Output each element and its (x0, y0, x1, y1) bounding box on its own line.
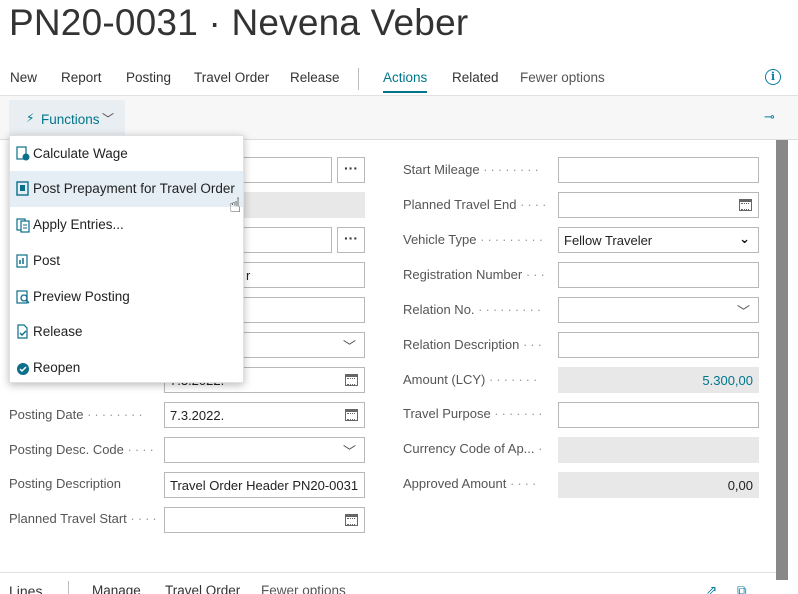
calendar-icon[interactable] (739, 199, 752, 211)
lines-fewer-options[interactable]: Fewer options (261, 583, 346, 594)
approved-amount-value: 0,00 (727, 478, 753, 493)
hand-cursor-icon: ☝︎ (229, 195, 242, 217)
relation-description-label: Relation Description ··· (403, 337, 545, 352)
calendar-icon[interactable] (345, 374, 358, 386)
start-mileage-input[interactable] (558, 157, 759, 183)
tab-related[interactable]: Related (452, 70, 499, 85)
currency-code-field (558, 437, 759, 463)
action-bar: New Report Posting Travel Order Release … (0, 60, 798, 96)
planned-travel-end-input[interactable] (558, 192, 759, 218)
posting-date-input[interactable]: 7.3.2022. (164, 402, 365, 428)
action-report[interactable]: Report (61, 70, 102, 85)
lookup-ellipsis-button[interactable]: ··· (337, 157, 365, 183)
preview-posting-icon (16, 290, 30, 304)
lightning-icon: ⚡︎ (26, 111, 35, 125)
menu-item-release[interactable]: Release (10, 314, 243, 350)
vehicle-type-select[interactable]: Fellow Traveler ⌄ (558, 227, 759, 253)
amount-lcy-field: 5.300,00 (558, 367, 759, 393)
action-separator (358, 68, 359, 90)
reopen-icon (17, 363, 29, 375)
menu-item-calculate-wage[interactable]: Calculate Wage (10, 136, 243, 172)
expand-icon[interactable]: ⧉ (737, 583, 747, 594)
posting-description-value: Travel Order Header PN20-0031 (170, 478, 359, 493)
action-new[interactable]: New (10, 70, 37, 85)
posting-desc-code-select[interactable]: ﹀ (164, 437, 365, 463)
currency-code-label: Currency Code of Ap... · (403, 441, 546, 456)
fewer-options-button[interactable]: Fewer options (520, 70, 605, 85)
posting-desc-code-label: Posting Desc. Code ···· (9, 442, 157, 457)
scrollbar[interactable] (776, 140, 788, 580)
action-posting[interactable]: Posting (126, 70, 171, 85)
travel-purpose-input[interactable] (558, 402, 759, 428)
travel-purpose-label: Travel Purpose ······· (403, 406, 546, 421)
calendar-icon[interactable] (345, 409, 358, 421)
planned-travel-end-label: Planned Travel End ···· (403, 197, 550, 212)
functions-button[interactable]: ⚡︎ Functions ﹀ (9, 100, 125, 138)
post-icon (16, 254, 28, 268)
lines-separator (68, 581, 69, 594)
pin-icon[interactable]: ⊸ (764, 109, 775, 125)
action-travel-order[interactable]: Travel Order (194, 70, 269, 85)
page-title: PN20-0031 · Nevena Veber (9, 2, 469, 43)
approved-amount-field: 0,00 (558, 472, 759, 498)
lines-bar: Lines Manage Travel Order Fewer options … (0, 572, 776, 594)
relation-description-input[interactable] (558, 332, 759, 358)
functions-menu: Calculate Wage Post Prepayment for Trave… (9, 135, 244, 383)
menu-item-preview-posting[interactable]: Preview Posting (10, 279, 243, 315)
posting-description-input[interactable]: Travel Order Header PN20-0031 (164, 472, 365, 498)
share-icon[interactable]: ⇗ (706, 583, 717, 594)
relation-no-select[interactable]: ﹀ (558, 297, 759, 323)
release-icon (17, 324, 28, 339)
planned-travel-start-label: Planned Travel Start ···· (9, 511, 160, 526)
menu-item-apply-entries[interactable]: Apply Entries... (10, 207, 243, 243)
menu-item-post[interactable]: Post (10, 243, 243, 279)
lines-title[interactable]: Lines (9, 583, 42, 594)
apply-entries-icon (16, 218, 30, 233)
post-prepayment-icon (16, 181, 29, 196)
posting-date-value: 7.3.2022. (170, 408, 225, 423)
menu-item-reopen[interactable]: Reopen (10, 350, 243, 386)
chevron-down-icon: ﹀ (736, 304, 750, 319)
chevron-down-icon: ﹀ (342, 444, 356, 459)
functions-label: Functions (41, 112, 100, 127)
posting-description-label: Posting Description (9, 476, 121, 491)
employee-name-value: r (246, 268, 251, 283)
calculate-wage-icon (16, 146, 30, 161)
posting-date-label: Posting Date ········ (9, 407, 146, 422)
vehicle-type-value: Fellow Traveler (564, 233, 653, 248)
registration-number-label: Registration Number ··· (403, 267, 548, 282)
vehicle-type-label: Vehicle Type ········· (403, 232, 547, 247)
amount-lcy-label: Amount (LCY) ······· (403, 372, 541, 387)
action-release[interactable]: Release (290, 70, 340, 85)
lookup-ellipsis-button-2[interactable]: ··· (337, 227, 365, 253)
lines-manage[interactable]: Manage (92, 583, 141, 594)
registration-number-input[interactable] (558, 262, 759, 288)
calendar-icon[interactable] (345, 514, 358, 526)
relation-no-label: Relation No. ········· (403, 302, 545, 317)
chevron-down-icon: ﹀ (342, 339, 356, 354)
chevron-down-icon: ﹀ (102, 112, 115, 126)
start-mileage-label: Start Mileage ········ (403, 162, 542, 177)
info-icon[interactable]: i (765, 69, 781, 85)
tab-actions[interactable]: Actions (383, 70, 428, 93)
planned-travel-start-input[interactable] (164, 507, 365, 533)
lines-travel-order[interactable]: Travel Order (165, 583, 240, 594)
amount-lcy-value[interactable]: 5.300,00 (702, 373, 753, 388)
approved-amount-label: Approved Amount ···· (403, 476, 540, 491)
chevron-down-icon: ⌄ (739, 231, 750, 246)
menu-item-post-prepayment[interactable]: Post Prepayment for Travel Order (10, 171, 243, 207)
functions-bar: ⚡︎ Functions ﹀ ⊸ (0, 96, 798, 140)
